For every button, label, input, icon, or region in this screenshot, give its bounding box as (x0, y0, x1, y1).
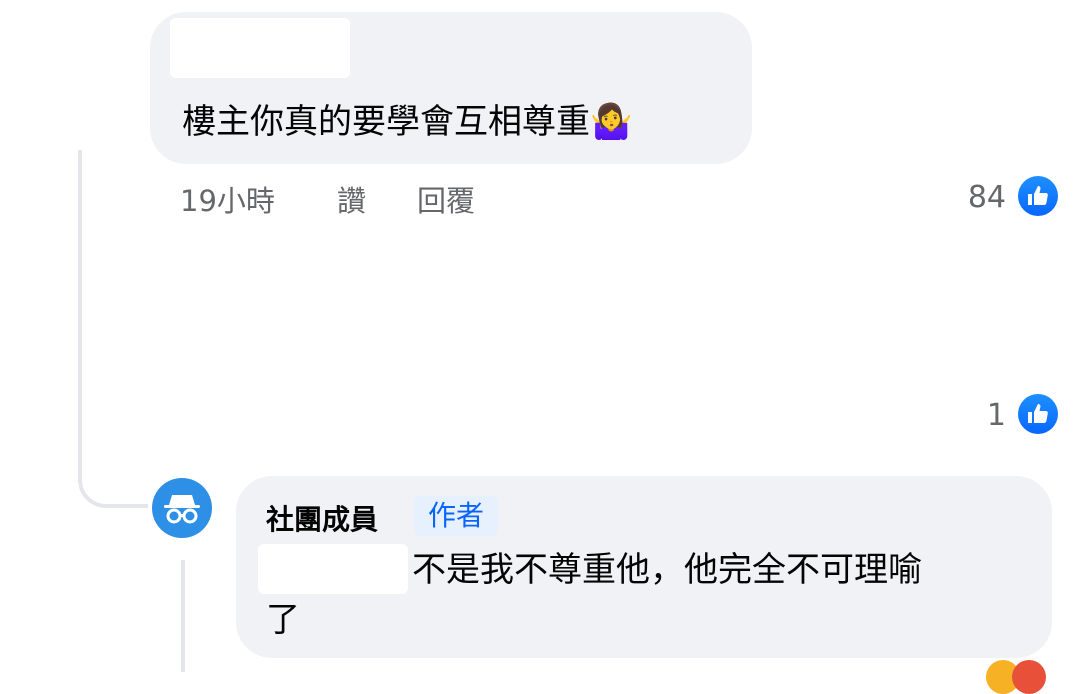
redacted-commenter-name (170, 18, 350, 78)
reply-text-line-2: 了 (266, 600, 300, 640)
anonymous-member-icon (164, 495, 200, 524)
comment-text: 樓主你真的要學會互相尊重🤷‍♀️ (182, 102, 633, 142)
reaction-icon (1012, 660, 1046, 694)
author-badge: 作者 (414, 496, 499, 536)
author-name[interactable]: 社團成員 (266, 498, 378, 538)
redacted-mention (258, 544, 408, 594)
like-count[interactable]: 1 (960, 398, 1006, 433)
avatar[interactable] (152, 478, 212, 538)
comment-bubble: 樓主你真的要學會互相尊重🤷‍♀️ (150, 12, 752, 164)
like-count[interactable]: 84 (940, 180, 1006, 215)
reply-bubble: 社團成員 作者 不是我不尊重他，他完全不可理喻 了 (236, 476, 1052, 658)
thumbs-up-icon (1018, 394, 1058, 434)
thread-connector-curve (78, 280, 148, 508)
shrug-emoji: 🤷‍♀️ (590, 102, 633, 142)
like-button[interactable]: 讚 (337, 178, 366, 220)
thumbs-up-icon (1018, 176, 1058, 216)
reply-text-line-1: 不是我不尊重他，他完全不可理喻 (412, 550, 922, 590)
thread-line-main (78, 150, 82, 280)
reply-button[interactable]: 回覆 (417, 178, 475, 220)
thread-line-reply (181, 560, 185, 672)
comment-timestamp[interactable]: 19小時 (180, 178, 275, 220)
